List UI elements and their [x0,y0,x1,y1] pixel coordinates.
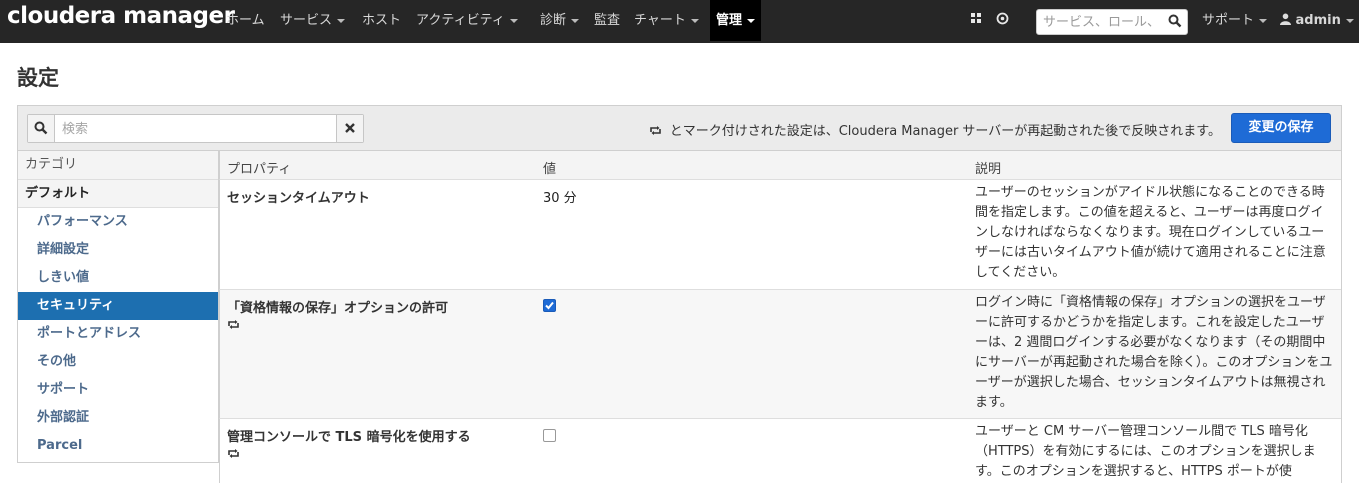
property-description: ユーザーと CM サーバー管理コンソール間で TLS 暗号化（HTTPS）を有効… [975,424,1316,479]
close-icon [345,123,355,133]
chevron-down-icon [747,18,756,23]
nav-diagnostics[interactable]: 診断 [540,0,580,41]
property-description: ユーザーのセッションがアイドル状態になることのできる時間を指定します。この値を超… [975,185,1326,280]
sidebar-item-external-auth[interactable]: 外部認証 [18,404,218,432]
nav-support[interactable]: サポート [1202,0,1268,41]
nav-charts[interactable]: チャート [634,0,699,41]
property-description: ログイン時に「資格情報の保存」オプションの選択をユーザーに許可するかどうかを指定… [975,295,1333,410]
chevron-down-icon [1345,18,1354,23]
sidebar-item-support[interactable]: サポート [18,376,218,404]
settings-search-input[interactable] [62,120,332,138]
nav-user-menu[interactable]: admin [1280,0,1354,41]
sidebar-item-default[interactable]: デフォルト [18,180,218,208]
running-commands-icon[interactable] [970,12,983,29]
column-header-description: 説明 [975,162,1002,177]
settings-toolbar: とマーク付けされた設定は、Cloudera Manager サーバーが再起動され… [17,105,1342,151]
table-row: 「資格情報の保存」オプションの許可 ログイン時に「資格情報の保存」オプションの選… [219,290,1341,419]
chevron-down-icon [337,18,346,23]
global-search-input[interactable] [1043,14,1163,31]
table-row: 管理コンソールで TLS 暗号化を使用する ユーザーと CM サーバー管理コンソ… [219,419,1341,483]
nav-home[interactable]: ホーム [226,0,265,41]
sidebar-item-advanced[interactable]: 詳細設定 [18,236,218,264]
brand-logo[interactable]: cloudera manager [7,3,235,29]
restart-icon [649,126,661,135]
restart-icon [228,449,239,458]
settings-table: プロパティ 値 説明 セッションタイムアウト 30 分 ユーザーのセッションがア… [219,151,1342,483]
nav-hosts[interactable]: ホスト [362,0,401,41]
restart-note-text: とマーク付けされた設定は、Cloudera Manager サーバーが再起動され… [669,124,1221,139]
user-icon [1280,13,1291,25]
checkmark-icon [545,301,554,310]
property-name: 管理コンソールで TLS 暗号化を使用する [227,430,471,445]
property-name: セッションタイムアウト [227,191,370,206]
page-title: 設定 [17,66,59,90]
nav-services[interactable]: サービス [280,0,346,41]
chevron-down-icon [571,18,580,23]
column-header-value: 値 [543,162,557,177]
sidebar-item-other[interactable]: その他 [18,348,218,376]
global-search [1036,9,1188,35]
property-name: 「資格情報の保存」オプションの許可 [227,301,449,316]
category-sidebar: カテゴリ デフォルト パフォーマンス 詳細設定 しきい値 セキュリティ ポートと… [17,151,219,463]
nav-audits[interactable]: 監査 [594,0,620,41]
top-navbar: cloudera manager ホーム サービス ホスト アクティビティ 診断… [0,0,1359,43]
column-header-property: プロパティ [227,162,292,177]
search-icon[interactable] [1168,14,1182,28]
sidebar-item-thresholds[interactable]: しきい値 [18,264,218,292]
sidebar-item-performance[interactable]: パフォーマンス [18,208,218,236]
settings-search [27,114,364,143]
table-header: プロパティ 値 説明 [219,151,1341,180]
nav-activities[interactable]: アクティビティ [416,0,518,41]
search-addon [28,115,55,142]
search-icon [34,121,48,135]
chevron-down-icon [690,18,699,23]
table-row: セッションタイムアウト 30 分 ユーザーのセッションがアイドル状態になることの… [219,180,1341,290]
sidebar-item-parcel[interactable]: Parcel [18,432,218,460]
sidebar-header: カテゴリ [18,151,218,180]
status-circle-icon[interactable] [996,12,1009,29]
save-changes-button[interactable]: 変更の保存 [1231,113,1331,143]
nav-admin[interactable]: 管理 [710,0,762,41]
tls-encryption-checkbox[interactable] [543,429,556,442]
clear-search-button[interactable] [336,115,363,142]
sidebar-item-ports-addresses[interactable]: ポートとアドレス [18,320,218,348]
restart-note: とマーク付けされた設定は、Cloudera Manager サーバーが再起動され… [649,120,1221,139]
chevron-down-icon [509,18,518,23]
remember-credentials-checkbox[interactable] [543,299,556,312]
sidebar-item-security[interactable]: セキュリティ [18,292,218,320]
restart-icon [228,320,239,329]
chevron-down-icon [1259,18,1268,23]
session-timeout-value[interactable]: 30 分 [543,187,577,206]
